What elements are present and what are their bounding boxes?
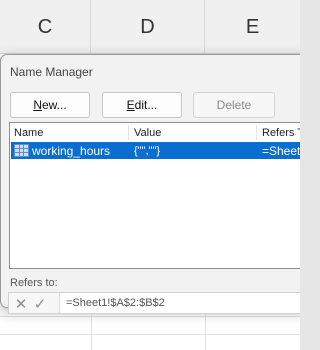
refers-to-bar: ✕ ✓ =Sheet1!$A$2:$B$2 (8, 292, 300, 314)
table-range-icon (14, 144, 29, 157)
checkmark-icon[interactable]: ✓ (32, 296, 48, 312)
column-header-e[interactable]: E (205, 0, 300, 54)
column-header-d[interactable]: D (91, 0, 205, 54)
edit-button[interactable]: Edit... (102, 92, 182, 118)
new-button[interactable]: New... (10, 92, 90, 118)
list-item-refers-to: =Sheet1!$A$2:$B$2 (262, 144, 300, 158)
names-list[interactable]: Name Value Refers To working_hours {"","… (9, 122, 300, 269)
column-header-refers-to[interactable]: Refers To (262, 127, 300, 139)
column-header-row: C D E (0, 0, 300, 54)
cancel-icon[interactable]: ✕ (13, 296, 29, 312)
dialog-title: Name Manager (10, 65, 93, 79)
header-divider (128, 125, 129, 140)
list-item-value: {"",""} (134, 145, 161, 157)
list-item-name: working_hours (32, 144, 111, 158)
delete-button[interactable]: Delete (193, 92, 275, 118)
refers-to-input[interactable]: =Sheet1!$A$2:$B$2 (59, 293, 300, 313)
list-item[interactable]: working_hours {"",""} =Sheet1!$A$2:$B$2 (11, 142, 300, 159)
grid-line (0, 334, 300, 335)
header-divider (256, 125, 257, 140)
grid-line (0, 316, 300, 317)
list-header: Name Value Refers To (10, 123, 300, 142)
edit-button-label: Edit... (126, 98, 158, 112)
column-header-value[interactable]: Value (134, 127, 161, 139)
new-button-label: New... (33, 98, 67, 112)
refers-to-label: Refers to: (10, 277, 58, 289)
delete-button-label: Delete (216, 98, 252, 112)
column-header-c[interactable]: C (0, 0, 91, 54)
name-manager-dialog: Name Manager New... Edit... Delete Name … (0, 54, 300, 314)
column-header-name[interactable]: Name (14, 127, 43, 139)
